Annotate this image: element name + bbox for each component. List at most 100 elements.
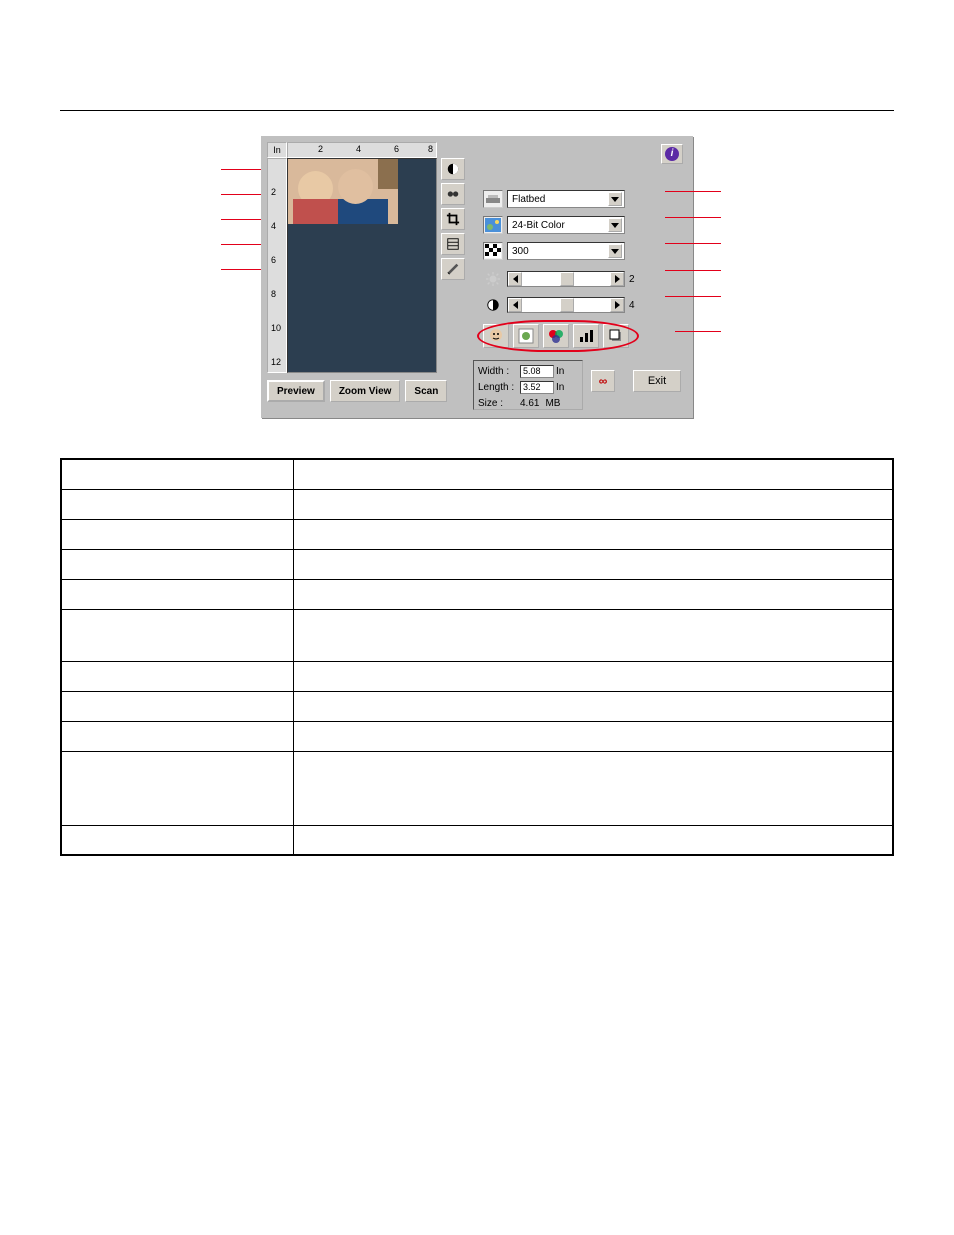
info-icon: i — [665, 147, 679, 161]
table-cell — [61, 549, 294, 579]
resolution-dropdown[interactable]: 300 — [507, 242, 625, 260]
slider-right-icon[interactable] — [610, 272, 624, 286]
ruler-mark: 8 — [428, 144, 433, 154]
callout-line — [221, 194, 261, 195]
table-cell — [294, 549, 893, 579]
callout-line — [221, 219, 261, 220]
chevron-down-icon — [608, 218, 622, 232]
brightness-slider[interactable] — [507, 271, 625, 287]
resolution-icon — [483, 242, 503, 260]
invert-button[interactable] — [441, 158, 465, 180]
ruler-mark: 2 — [271, 187, 276, 197]
brightness-icon — [483, 270, 503, 288]
chevron-down-icon — [608, 192, 622, 206]
scan-method-dropdown[interactable]: Flatbed — [507, 190, 625, 208]
table-cell — [61, 459, 294, 489]
table-cell — [294, 609, 893, 661]
size-unit: MB — [545, 396, 560, 411]
table-cell — [294, 825, 893, 855]
callout-line — [221, 269, 261, 270]
descreen-icon — [446, 262, 460, 276]
info-button[interactable]: i — [661, 144, 683, 164]
table-cell — [61, 661, 294, 691]
callout-line — [221, 169, 261, 170]
table-row — [61, 661, 893, 691]
descreen-button[interactable] — [441, 258, 465, 280]
scan-mode-value: 24-Bit Color — [512, 220, 565, 231]
table-row — [61, 549, 893, 579]
contrast-slider[interactable] — [507, 297, 625, 313]
crop-button[interactable] — [441, 208, 465, 230]
scanner-icon — [483, 190, 503, 208]
ruler-top: 2 4 6 8 — [287, 142, 437, 158]
size-label: Size : — [478, 396, 518, 411]
ruler-mark: 4 — [271, 221, 276, 231]
slider-left-icon[interactable] — [508, 272, 522, 286]
table-cell — [294, 579, 893, 609]
invert-icon — [446, 162, 460, 176]
resolution-value: 300 — [512, 246, 529, 257]
slider-right-icon[interactable] — [610, 298, 624, 312]
table-cell — [294, 661, 893, 691]
scan-button[interactable]: Scan — [405, 380, 447, 402]
brightness-row: 2 — [483, 268, 641, 290]
preview-area[interactable] — [287, 158, 437, 373]
scan-mode-dropdown[interactable]: 24-Bit Color — [507, 216, 625, 234]
ruler-mark: 6 — [394, 144, 399, 154]
slider-thumb[interactable] — [560, 272, 574, 286]
table-cell — [61, 489, 294, 519]
table-row — [61, 519, 893, 549]
width-value[interactable]: 5.08 — [520, 365, 554, 378]
table-row — [61, 579, 893, 609]
ruler-mark: 10 — [271, 323, 281, 333]
table-row — [61, 459, 893, 489]
section-rule — [60, 110, 894, 111]
width-label: Width : — [478, 364, 518, 379]
callout-oval — [477, 320, 639, 352]
lock-aspect-button[interactable]: ∞ — [591, 370, 615, 392]
resolution-row: 300 — [483, 240, 625, 262]
table-cell — [294, 489, 893, 519]
exit-button[interactable]: Exit — [633, 370, 681, 392]
length-unit: In — [556, 380, 570, 395]
table-cell — [294, 721, 893, 751]
crop-icon — [446, 212, 460, 226]
table-cell — [294, 459, 893, 489]
scan-mode-row: 24-Bit Color — [483, 214, 625, 236]
table-row — [61, 489, 893, 519]
scanner-window: In 2 4 6 8 2 4 6 8 10 12 — [261, 136, 693, 418]
contrast-icon — [483, 296, 503, 314]
table-row — [61, 609, 893, 661]
mirror-button[interactable] — [441, 183, 465, 205]
link-icon: ∞ — [599, 374, 608, 388]
contrast-row: 4 — [483, 294, 641, 316]
table-cell — [61, 609, 294, 661]
slider-thumb[interactable] — [560, 298, 574, 312]
length-value[interactable]: 3.52 — [520, 381, 554, 394]
dimension-box: Width :5.08In Length :3.52In Size :4.61M… — [473, 360, 583, 410]
ruler-mark: 2 — [318, 144, 323, 154]
preview-button[interactable]: Preview — [267, 380, 325, 402]
table-cell — [294, 691, 893, 721]
table-cell — [61, 579, 294, 609]
preview-image — [288, 159, 398, 224]
table-row — [61, 691, 893, 721]
brightness-value: 2 — [629, 274, 641, 285]
autolevel-icon — [446, 237, 460, 251]
callout-line — [221, 244, 261, 245]
table-row — [61, 751, 893, 825]
main-buttons: Preview Zoom View Scan — [267, 380, 447, 402]
autolevel-button[interactable] — [441, 233, 465, 255]
ruler-mark: 12 — [271, 357, 281, 367]
size-value: 4.61 — [520, 396, 539, 411]
table-row — [61, 721, 893, 751]
zoom-view-button[interactable]: Zoom View — [330, 380, 401, 402]
slider-left-icon[interactable] — [508, 298, 522, 312]
reference-table — [60, 458, 894, 856]
contrast-value: 4 — [629, 300, 641, 311]
table-cell — [294, 751, 893, 825]
scan-method-value: Flatbed — [512, 194, 545, 205]
table-row — [61, 825, 893, 855]
length-label: Length : — [478, 380, 518, 395]
ruler-left: 2 4 6 8 10 12 — [267, 158, 287, 373]
